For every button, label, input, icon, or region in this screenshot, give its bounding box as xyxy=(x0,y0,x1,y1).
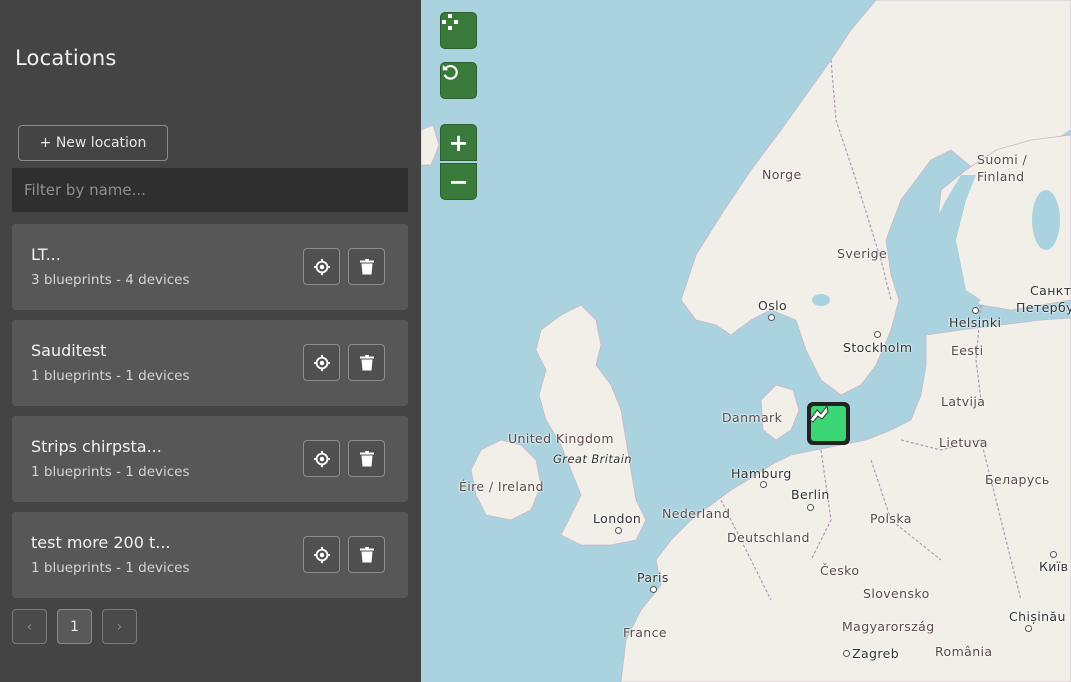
delete-button[interactable] xyxy=(348,440,385,477)
trash-icon xyxy=(359,354,374,370)
filter-input[interactable] xyxy=(12,168,408,212)
label-latvija: Latvija xyxy=(941,394,986,409)
label-france: France xyxy=(623,625,667,640)
location-summary: 1 blueprints - 1 devices xyxy=(31,368,190,384)
label-belarus: Беларусь xyxy=(985,472,1050,487)
locate-button[interactable] xyxy=(303,248,340,285)
location-item[interactable]: Strips chirpsta... 1 blueprints - 1 devi… xyxy=(12,416,408,502)
fit-bounds-button[interactable] xyxy=(440,12,477,49)
delete-button[interactable] xyxy=(348,248,385,285)
label-eesti: Eesti xyxy=(951,343,984,358)
label-finland: Finland xyxy=(977,169,1025,184)
label-slovensko: Slovensko xyxy=(863,586,930,601)
label-paris: Paris xyxy=(637,570,669,585)
city-dot xyxy=(807,504,814,511)
delete-button[interactable] xyxy=(348,536,385,573)
land-edge xyxy=(421,124,440,166)
zoom-in-button[interactable]: + xyxy=(440,124,477,161)
new-location-button[interactable]: + New location xyxy=(18,125,168,161)
label-great-britain: Great Britain xyxy=(553,452,632,466)
label-chisinau: Chișinău xyxy=(1009,609,1066,624)
location-summary: 1 blueprints - 1 devices xyxy=(31,464,190,480)
location-name: LT... xyxy=(31,245,61,264)
city-dot xyxy=(843,650,850,657)
label-magyarorszag: Magyarország xyxy=(842,619,935,634)
locate-button[interactable] xyxy=(303,536,340,573)
locate-button[interactable] xyxy=(303,440,340,477)
label-oslo: Oslo xyxy=(758,298,788,313)
label-romania: România xyxy=(935,644,993,659)
rotate-ccw-icon xyxy=(442,64,458,80)
city-dot xyxy=(760,481,767,488)
location-marker[interactable] xyxy=(807,402,850,445)
label-polska: Polska xyxy=(870,511,912,526)
zoom-out-button[interactable]: − xyxy=(440,163,477,200)
label-berlin: Berlin xyxy=(791,487,830,502)
location-summary: 1 blueprints - 1 devices xyxy=(31,560,190,576)
city-dot xyxy=(1050,551,1057,558)
city-dot xyxy=(1025,625,1032,632)
prev-page-button[interactable]: ‹ xyxy=(12,609,47,644)
city-dot xyxy=(972,307,979,314)
plus-icon: + xyxy=(448,128,469,157)
city-dot xyxy=(650,586,657,593)
crosshair-icon xyxy=(313,258,330,275)
page-title: Locations xyxy=(15,46,117,70)
next-page-button[interactable]: › xyxy=(102,609,137,644)
trash-icon xyxy=(359,450,374,466)
map-view[interactable]: + − Norge Sverige Suomi / Finland Санкт-… xyxy=(421,0,1071,682)
blueprint-marker-icon xyxy=(809,404,829,423)
location-item[interactable]: LT... 3 blueprints - 4 devices xyxy=(12,224,408,310)
city-dot xyxy=(874,331,881,338)
lake-vanern xyxy=(812,294,830,306)
pagination: ‹ 1 › xyxy=(12,609,137,644)
label-nederland: Nederland xyxy=(662,506,731,521)
label-london: London xyxy=(593,511,642,526)
label-hamburg: Hamburg xyxy=(731,466,792,481)
locate-button[interactable] xyxy=(303,344,340,381)
city-dot xyxy=(615,527,622,534)
location-name: test more 200 t... xyxy=(31,533,171,552)
page-1-button[interactable]: 1 xyxy=(57,609,92,644)
map-base-layer xyxy=(421,0,1071,682)
label-spb-2: Петербу xyxy=(1016,300,1071,315)
label-united-kingdom: United Kingdom xyxy=(508,431,614,446)
crosshair-icon xyxy=(313,450,330,467)
label-zagreb: Zagreb xyxy=(852,646,900,661)
lake-ladoga xyxy=(1032,190,1060,250)
locations-sidebar: Locations + New location LT... 3 bluepri… xyxy=(0,0,421,682)
label-kyiv: Київ xyxy=(1039,559,1069,574)
delete-button[interactable] xyxy=(348,344,385,381)
land-great-britain xyxy=(535,304,647,546)
label-suomi: Suomi / xyxy=(977,152,1028,167)
label-deutschland: Deutschland xyxy=(727,530,810,545)
location-item[interactable]: test more 200 t... 1 blueprints - 1 devi… xyxy=(12,512,408,598)
location-name: Sauditest xyxy=(31,341,107,360)
location-summary: 3 blueprints - 4 devices xyxy=(31,272,190,288)
location-name: Strips chirpsta... xyxy=(31,437,162,456)
label-norge: Norge xyxy=(762,167,802,182)
label-stockholm: Stockholm xyxy=(843,340,913,355)
location-item[interactable]: Sauditest 1 blueprints - 1 devices xyxy=(12,320,408,406)
reset-view-button[interactable] xyxy=(440,62,477,99)
label-lietuva: Lietuva xyxy=(939,435,988,450)
label-sverige: Sverige xyxy=(837,246,888,261)
label-danmark: Danmark xyxy=(722,410,783,425)
trash-icon xyxy=(359,546,374,562)
minus-icon: − xyxy=(448,167,469,196)
scatter-fit-icon xyxy=(442,14,458,30)
trash-icon xyxy=(359,258,374,274)
label-helsinki: Helsinki xyxy=(949,315,1002,330)
crosshair-icon xyxy=(313,546,330,563)
label-cesko: Česko xyxy=(820,563,860,578)
location-list: LT... 3 blueprints - 4 devices Sauditest… xyxy=(12,224,408,608)
label-eire: Éire / Ireland xyxy=(459,479,544,494)
city-dot xyxy=(768,314,775,321)
crosshair-icon xyxy=(313,354,330,371)
label-spb-1: Санкт- xyxy=(1030,283,1071,298)
